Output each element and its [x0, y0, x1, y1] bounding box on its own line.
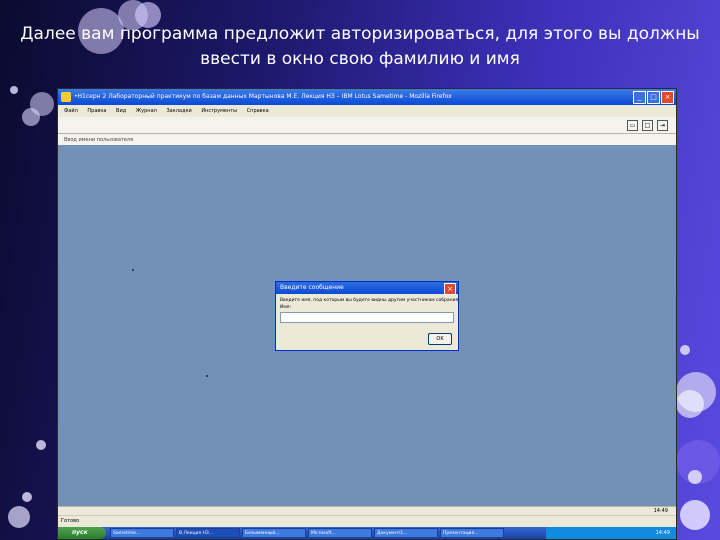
taskbar-item[interactable]: В.Лекция НЗ...: [176, 528, 240, 538]
menu-tools[interactable]: Инструменты: [201, 108, 237, 114]
decor-bubble: [688, 470, 702, 484]
taskbar-item[interactable]: Sametime...: [110, 528, 174, 538]
decor-bubble: [36, 440, 46, 450]
dialog-title: Введите сообщение: [280, 284, 344, 291]
menu-edit[interactable]: Правка: [87, 108, 106, 114]
name-field-label: Имя:: [280, 305, 291, 310]
dialog-prompt: Введите имя, под которым вы будете видны…: [280, 298, 458, 303]
exit-icon[interactable]: ⇥: [657, 120, 668, 131]
firefox-icon: [61, 92, 71, 102]
window-title: •Н1серн 2 Лабораторный практикум по база…: [74, 93, 452, 100]
status-ready-text: Готово: [61, 518, 80, 524]
name-input[interactable]: [280, 312, 454, 323]
window-titlebar[interactable]: •Н1серн 2 Лабораторный практикум по база…: [58, 89, 676, 105]
fullscreen-icon[interactable]: ▭: [627, 120, 638, 131]
tab-label[interactable]: Ввод имени пользователя: [64, 137, 133, 143]
tray-clock: 14:49: [655, 530, 670, 536]
taskbar: пуск Sametime... В.Лекция НЗ... Безымянн…: [58, 527, 676, 539]
window-icon[interactable]: □: [642, 120, 653, 131]
taskbar-item[interactable]: Безымянный...: [242, 528, 306, 538]
maximize-button[interactable]: □: [647, 91, 660, 104]
toolbar: ▭ □ ⇥: [58, 117, 676, 134]
window-controls: _ □ ×: [633, 91, 674, 104]
artifact-dot: [132, 269, 134, 271]
menu-view[interactable]: Вид: [116, 108, 126, 114]
slide-title-line1: Далее вам программа предложит авторизиро…: [20, 24, 700, 44]
start-button[interactable]: пуск: [58, 527, 106, 539]
slide-title-line2: ввести в окно свою фамилию и имя: [200, 49, 520, 69]
decor-bubble: [680, 345, 690, 355]
dialog-titlebar[interactable]: Введите сообщение ×: [276, 282, 458, 295]
browser-screenshot: •Н1серн 2 Лабораторный практикум по база…: [57, 88, 677, 540]
ok-button[interactable]: OK: [428, 333, 452, 345]
artifact-dot: [206, 375, 208, 377]
taskbar-item[interactable]: Презентация...: [440, 528, 504, 538]
menu-history[interactable]: Журнал: [136, 108, 157, 114]
taskbar-items: Sametime... В.Лекция НЗ... Безымянный...…: [110, 528, 504, 538]
dialog-close-icon[interactable]: ×: [444, 283, 456, 295]
slide-title: Далее вам программа предложит авторизиро…: [0, 22, 720, 72]
menu-help[interactable]: Справка: [247, 108, 269, 114]
decor-bubble: [680, 500, 710, 530]
taskbar-item[interactable]: Microsoft...: [308, 528, 372, 538]
close-button[interactable]: ×: [661, 91, 674, 104]
system-tray: 14:49: [546, 527, 676, 539]
minimize-button[interactable]: _: [633, 91, 646, 104]
toolbar-icons: ▭ □ ⇥: [627, 120, 668, 131]
decor-bubble: [8, 506, 30, 528]
taskbar-item[interactable]: Документ1...: [374, 528, 438, 538]
menu-file[interactable]: Файл: [64, 108, 78, 114]
decor-bubble: [676, 390, 704, 418]
decor-bubble: [22, 492, 32, 502]
menubar: Файл Правка Вид Журнал Закладки Инструме…: [58, 105, 676, 117]
decor-bubble: [10, 86, 18, 94]
status-ready: Готово: [58, 515, 676, 527]
decor-bubble: [22, 108, 40, 126]
menu-bookmarks[interactable]: Закладки: [166, 108, 191, 114]
name-prompt-dialog: Введите сообщение × Введите имя, под кот…: [275, 281, 459, 351]
